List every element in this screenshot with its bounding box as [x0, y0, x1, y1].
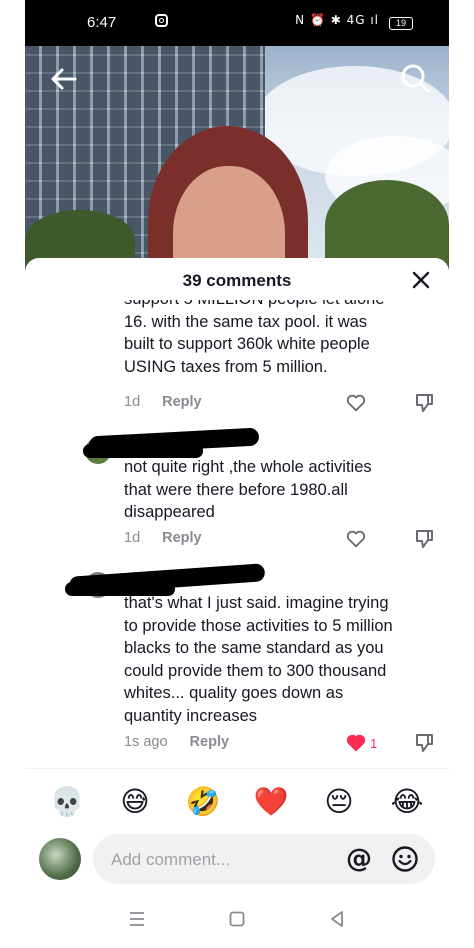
reply-button[interactable]: Reply	[190, 734, 230, 750]
comments-panel: 39 comments support 5 MILLION people let…	[25, 258, 449, 948]
battery-icon: 19	[389, 17, 413, 30]
status-icons: N ⏰ ✱ 4G ıl	[295, 13, 379, 27]
emoji-joy-button[interactable]: 😂	[387, 782, 427, 822]
back-triangle-icon[interactable]	[322, 904, 352, 934]
close-icon[interactable]	[411, 270, 431, 290]
heart-icon[interactable]	[345, 528, 367, 550]
comment-meta: 1d Reply	[124, 394, 202, 410]
comment-text: that's what I just said. imagine trying …	[124, 594, 393, 725]
emoji-skull-button[interactable]: 💀	[47, 782, 87, 822]
add-comment-input[interactable]	[109, 834, 333, 886]
emoji-pensive-button[interactable]: 😔	[319, 782, 359, 822]
android-nav-bar	[0, 892, 474, 948]
comment-meta: 1s ago Reply	[124, 734, 229, 750]
like-count: 1	[370, 736, 378, 751]
comment-text: support 5 MILLION people let alone 16. w…	[124, 300, 385, 376]
thumbs-down-icon[interactable]	[414, 732, 434, 754]
comment-time: 1d	[124, 394, 141, 410]
thumbs-down-icon[interactable]	[414, 528, 434, 550]
palm-tree	[325, 180, 449, 270]
comment-meta: 1d Reply	[124, 530, 202, 546]
mention-button[interactable]: @	[345, 845, 373, 873]
comment-time: 1s ago	[124, 734, 168, 750]
arrow-left-icon[interactable]	[49, 64, 79, 94]
user-avatar[interactable]	[39, 838, 81, 880]
status-bar: 6:47 N ⏰ ✱ 4G ıl 19	[25, 0, 449, 46]
emoji-sweat-smile-button[interactable]: 😅	[115, 782, 155, 822]
comments-list[interactable]: support 5 MILLION people let alone 16. w…	[25, 300, 449, 768]
comment-text: not quite right ,the whole activities th…	[124, 458, 372, 522]
emoji-heart-button[interactable]: ❤️	[251, 782, 291, 822]
home-square-icon[interactable]	[222, 904, 252, 934]
comment-compose-box[interactable]: @	[93, 834, 435, 886]
emoji-rofl-button[interactable]: 🤣	[183, 782, 223, 822]
instagram-icon	[155, 14, 168, 27]
menu-icon[interactable]	[122, 904, 152, 934]
divider	[25, 768, 449, 769]
search-icon[interactable]	[399, 62, 431, 94]
left-frame-margin	[0, 0, 25, 948]
heart-filled-icon[interactable]	[345, 732, 367, 754]
comments-count-title: 39 comments	[182, 271, 292, 290]
heart-icon[interactable]	[345, 392, 367, 414]
video-background[interactable]	[25, 46, 449, 270]
status-time: 6:47	[87, 14, 117, 31]
thumbs-down-icon[interactable]	[414, 392, 434, 414]
quick-emoji-bar: 💀 😅 🤣 ❤️ 😔 😂	[25, 782, 449, 822]
smiley-icon[interactable]	[391, 845, 419, 873]
reply-button[interactable]: Reply	[162, 530, 202, 546]
comment-time: 1d	[124, 530, 141, 546]
right-frame-margin	[449, 0, 474, 948]
reply-button[interactable]: Reply	[162, 394, 202, 410]
